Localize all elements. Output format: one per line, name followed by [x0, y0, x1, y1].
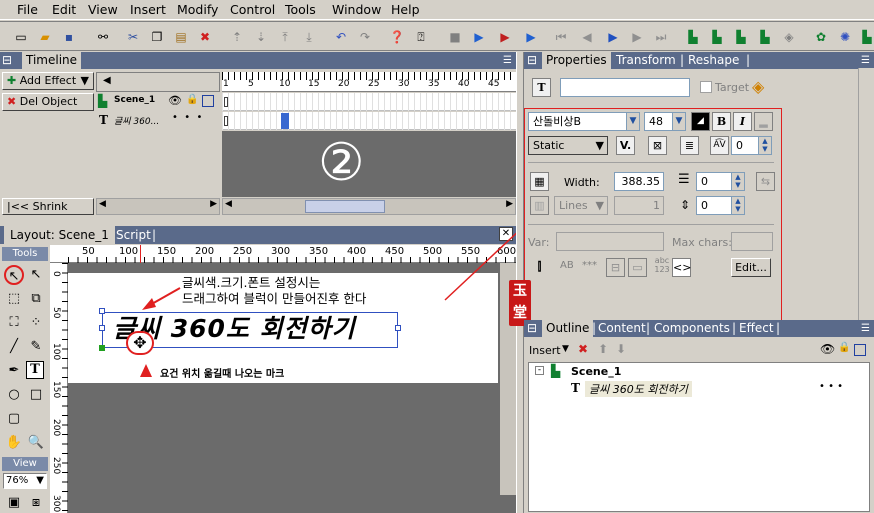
effect-tab[interactable]: Effect [739, 320, 774, 337]
arrow-3-head [140, 364, 152, 377]
letter-spacing-icon[interactable]: A͡V [710, 136, 729, 155]
tree-text-label[interactable]: 글씨 360도 회전하기 [585, 381, 692, 397]
lines-field[interactable]: 1 [614, 196, 664, 215]
align-icon[interactable]: ▂ [754, 112, 773, 131]
line-spacing-field[interactable]: 0 [696, 172, 732, 191]
components-tab[interactable]: Components [654, 320, 730, 337]
letter-spacing-spinner[interactable]: ▲ ▼ [758, 136, 772, 155]
wrap-icon[interactable]: ⇆ [756, 172, 775, 191]
font-size-adjust-icon[interactable]: ⊠ [648, 136, 667, 155]
properties-scrollbar[interactable] [858, 68, 874, 320]
multiline-icon[interactable]: ▥ [530, 196, 549, 215]
indent-field[interactable]: 0 [696, 196, 732, 215]
var-field[interactable] [556, 232, 664, 251]
edit-button[interactable]: Edit... [731, 258, 771, 277]
tree-text-icon: T [571, 381, 580, 395]
line-spacing-icon: ☰ [678, 172, 690, 187]
text-color-icon[interactable]: ◢ [691, 112, 710, 131]
tree-dots: • • • [819, 381, 844, 392]
outline-delete-icon[interactable]: ✖ [578, 342, 588, 356]
properties-panel: ⊟ Properties Transform | Reshape | ☰ T T… [524, 52, 874, 338]
password-icon[interactable]: *** [582, 260, 597, 271]
outline-outline-icon[interactable] [854, 344, 866, 356]
baseline-icon[interactable]: V. [616, 136, 635, 155]
outline-tab[interactable]: Outline [542, 320, 594, 337]
scene-tree-icon: ▙ [551, 364, 561, 378]
move-down-icon[interactable]: ⬇ [616, 342, 626, 356]
outline-eye-icon[interactable]: 👁 [820, 342, 835, 356]
render-html-icon[interactable]: ⫿ [530, 258, 549, 277]
indent-spinner[interactable]: ▲ ▼ [731, 196, 745, 215]
var-label: Var: [528, 236, 550, 249]
insert-menu[interactable]: Insert [529, 344, 561, 357]
target-checkbox[interactable] [700, 81, 712, 93]
width-label: Width: [564, 176, 600, 189]
max-chars-label: Max chars: [672, 236, 732, 249]
width-field[interactable]: 388.35 [614, 172, 664, 191]
properties-tabbar: ⊟ Properties Transform | Reshape | ☰ [524, 52, 874, 69]
tree-scene-label[interactable]: Scene_1 [571, 365, 621, 378]
instance-name-field[interactable] [560, 78, 690, 97]
transform-tab[interactable]: Transform [616, 52, 676, 69]
paragraph-icon[interactable]: ≣ [680, 136, 699, 155]
outline-panel: ⊟ Outline | Content | Components | Effec… [524, 320, 874, 513]
outline-tabbar: ⊟ Outline | Content | Components | Effec… [524, 320, 874, 337]
italic-button[interactable]: I [733, 112, 752, 131]
letter-spacing-field[interactable]: 0 [731, 136, 759, 155]
arrow-1-head [142, 298, 156, 310]
insert-dropdown-icon[interactable]: ▼ [562, 344, 569, 354]
properties-tab[interactable]: Properties [542, 52, 611, 69]
outline-menu-icon[interactable]: ☰ [861, 320, 870, 337]
font-select[interactable]: 산돌비상B [528, 112, 640, 131]
content-tab[interactable]: Content [598, 320, 646, 337]
embed-chars-icon[interactable]: abc 123 [652, 256, 672, 274]
line-spacing-spinner[interactable]: ▲ ▼ [731, 172, 745, 191]
properties-menu-icon[interactable]: ☰ [861, 52, 870, 69]
move-up-icon[interactable]: ⬆ [598, 342, 608, 356]
font-size-dropdown-icon[interactable]: ▼ [672, 112, 686, 131]
scroll-icon[interactable]: ▭ [628, 258, 647, 277]
width-lock-icon[interactable]: ▦ [530, 172, 549, 191]
border-icon[interactable]: ⊟ [606, 258, 625, 277]
text-type-select[interactable]: Static ▼ [528, 136, 608, 155]
target-label: Target [715, 81, 750, 94]
arrow-1 [149, 287, 181, 306]
text-type-icon: T [532, 78, 551, 97]
outline-tree: - ▙ Scene_1 T 글씨 360도 회전하기 • • • [528, 362, 870, 512]
bold-button[interactable]: B [712, 112, 731, 131]
indent-icon: ⇕ [680, 198, 691, 212]
tree-expand-icon[interactable]: - [535, 366, 544, 375]
library-item-icon[interactable]: ◈ [752, 77, 764, 96]
font-dropdown-icon[interactable]: ▼ [626, 112, 640, 131]
reshape-tab[interactable]: Reshape [688, 52, 739, 69]
outline-lock-icon[interactable]: 🔒 [838, 342, 850, 353]
selectable-icon[interactable]: AB [560, 260, 574, 271]
max-chars-field[interactable] [731, 232, 773, 251]
lines-select[interactable]: Lines ▼ [554, 196, 608, 215]
code-icon[interactable]: <> [672, 258, 691, 277]
